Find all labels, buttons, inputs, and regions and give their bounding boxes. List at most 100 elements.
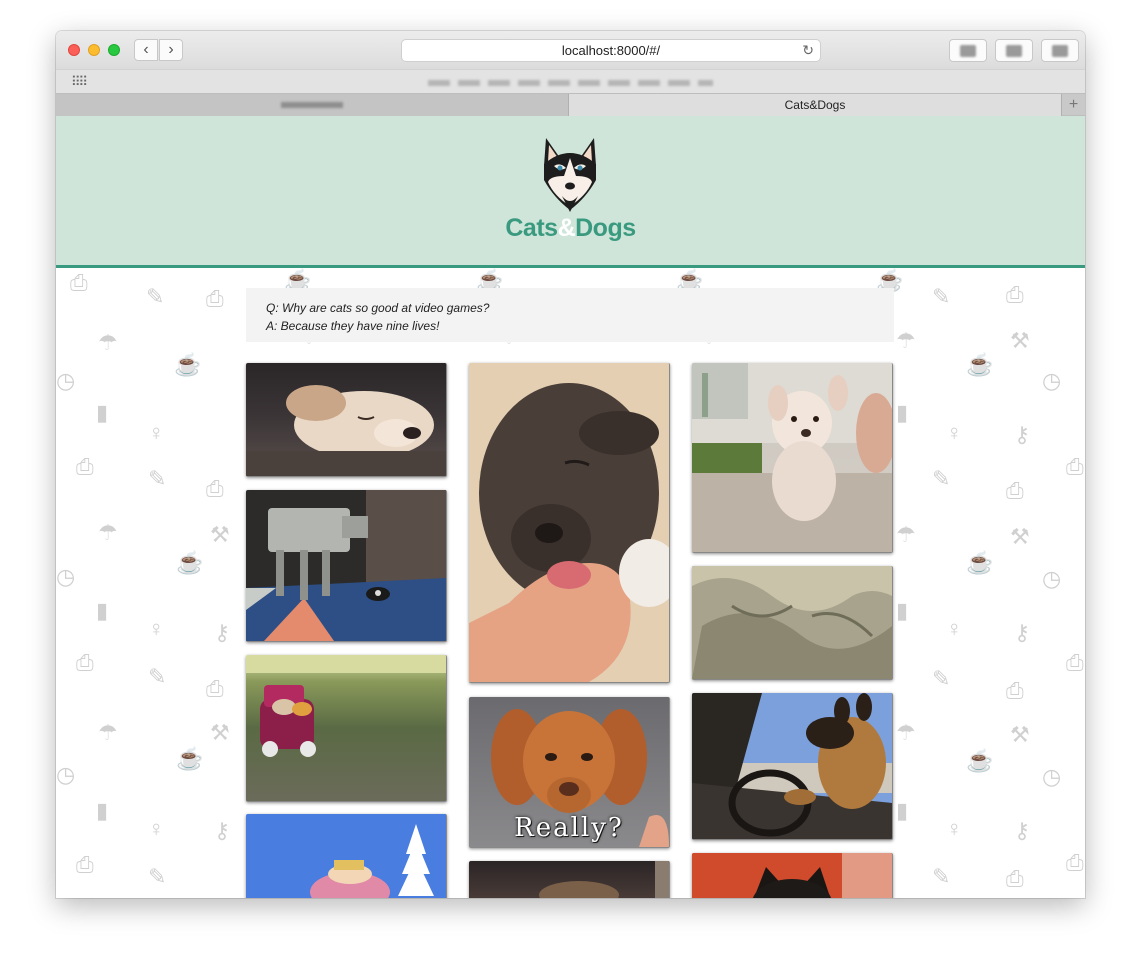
extension-icon xyxy=(1006,44,1022,57)
really-caption: Really? xyxy=(514,813,624,843)
minimize-window-button[interactable] xyxy=(88,44,100,56)
close-window-button[interactable] xyxy=(68,44,80,56)
really-puppy-gif[interactable]: Really? xyxy=(469,697,670,848)
shower-icon: ☂ xyxy=(896,720,916,745)
flying-puppy-image xyxy=(692,363,892,552)
forward-button[interactable]: › xyxy=(159,39,183,61)
shower-icon: ☂ xyxy=(896,328,916,353)
printer-icon: ⎙ xyxy=(1006,866,1024,891)
extension-icon xyxy=(960,44,976,57)
dog-driving-car-gif[interactable] xyxy=(692,693,893,840)
cup-icon: ☕ xyxy=(174,352,202,377)
sleeping-puppy-gif[interactable] xyxy=(246,363,447,477)
joke-answer: A: Because they have nine lives! xyxy=(266,319,440,333)
bulb-icon: ♀ xyxy=(148,816,165,841)
battery-icon: ▮ xyxy=(896,798,909,823)
printer-icon: ⎙ xyxy=(206,676,224,701)
clock-icon: ◷ xyxy=(1042,764,1062,789)
clock-icon: ◷ xyxy=(1042,566,1062,591)
printer-icon: ⎙ xyxy=(70,270,88,295)
blanket-cat-gif[interactable] xyxy=(692,566,893,680)
flying-puppy-gif[interactable] xyxy=(692,363,893,553)
extension-button-2[interactable] xyxy=(995,39,1033,62)
cup-icon: ☕ xyxy=(966,352,994,377)
husky-logo-icon xyxy=(544,138,596,212)
at-at-costume-image xyxy=(246,490,446,641)
battery-icon: ▮ xyxy=(96,400,109,425)
blue-cartoon-gif[interactable] xyxy=(246,814,447,898)
bulb-icon: ♀ xyxy=(946,420,963,445)
paintbrush-icon: ✎ xyxy=(146,284,165,309)
paintbrush-icon: ✎ xyxy=(932,864,951,889)
tools-icon: ⚒ xyxy=(210,720,230,745)
extension-icon xyxy=(1052,44,1068,57)
printer-icon: ⎙ xyxy=(206,476,224,501)
tab-title: Cats&Dogs xyxy=(784,98,846,112)
blanket-image xyxy=(692,566,892,679)
printer-icon: ⎙ xyxy=(76,454,94,479)
brand-cats: Cats xyxy=(505,214,558,242)
extension-button-3[interactable] xyxy=(1041,39,1079,62)
battery-icon: ▮ xyxy=(96,798,109,823)
chevron-left-icon: ‹ xyxy=(143,41,149,58)
battery-icon: ▮ xyxy=(896,400,909,425)
key-icon: ⚷ xyxy=(1014,620,1031,645)
tab-bar: Cats&Dogs + xyxy=(56,93,1085,116)
favorites-bar: ⠿⠿ xyxy=(56,69,1085,94)
printer-icon: ⎙ xyxy=(1066,850,1084,875)
key-icon: ⚷ xyxy=(214,620,231,645)
brand-ampersand: & xyxy=(557,214,576,242)
paintbrush-icon: ✎ xyxy=(148,864,167,889)
shower-icon: ☂ xyxy=(98,520,118,545)
black-cat-image xyxy=(692,853,892,898)
paintbrush-icon: ✎ xyxy=(148,664,167,689)
printer-icon: ⎙ xyxy=(1006,282,1024,307)
browser-window: ‹ › localhost:8000/#/ ↻ ⠿⠿ Cats&Dogs + C… xyxy=(56,31,1085,898)
page-viewport: Cats&Dogs ⎙ ✎ ⎙ ☂ ☕ ◷ ▮ ♀ ⎙ ✎ ⎙ ⚒ ☂ ☕ ◷ … xyxy=(56,116,1085,898)
shower-icon: ☂ xyxy=(896,522,916,547)
cartoon-image xyxy=(310,824,434,898)
printer-icon: ⎙ xyxy=(76,852,94,877)
toy-car-image xyxy=(246,655,446,757)
printer-icon: ⎙ xyxy=(206,286,224,311)
brand-title[interactable]: Cats&Dogs xyxy=(56,214,1085,243)
paintbrush-icon: ✎ xyxy=(148,466,167,491)
extension-button-1[interactable] xyxy=(949,39,987,62)
cup-icon: ☕ xyxy=(176,746,204,771)
dark-animal-image xyxy=(539,861,669,898)
clock-icon: ◷ xyxy=(56,368,76,393)
bulb-icon: ♀ xyxy=(148,420,165,445)
tools-icon: ⚒ xyxy=(210,522,230,547)
new-tab-button[interactable]: + xyxy=(1061,94,1085,116)
clock-icon: ◷ xyxy=(56,762,76,787)
battery-icon: ▮ xyxy=(896,598,909,623)
tools-icon: ⚒ xyxy=(1010,722,1030,747)
tab-blurred[interactable] xyxy=(56,94,569,116)
browser-toolbar: ‹ › localhost:8000/#/ ↻ xyxy=(56,31,1085,69)
printer-icon: ⎙ xyxy=(1066,454,1084,479)
dog-licking-hand-gif[interactable] xyxy=(469,363,670,683)
url-text: localhost:8000/#/ xyxy=(561,43,661,58)
apps-grid-icon[interactable]: ⠿⠿ xyxy=(71,74,88,90)
printer-icon: ⎙ xyxy=(1066,650,1084,675)
paintbrush-icon: ✎ xyxy=(932,666,951,691)
at-at-dog-costume-gif[interactable] xyxy=(246,490,447,642)
zoom-window-button[interactable] xyxy=(108,44,120,56)
tools-icon: ⚒ xyxy=(1010,524,1030,549)
cats-in-toy-car-gif[interactable] xyxy=(246,655,447,802)
printer-icon: ⎙ xyxy=(76,650,94,675)
dog-licking-image xyxy=(469,363,669,682)
blurred-bookmarks xyxy=(428,80,713,86)
bulb-icon: ♀ xyxy=(946,616,963,641)
bulb-icon: ♀ xyxy=(148,616,165,641)
address-bar[interactable]: localhost:8000/#/ ↻ xyxy=(401,39,821,62)
dark-animal-gif[interactable] xyxy=(469,861,670,898)
shower-icon: ☂ xyxy=(98,720,118,745)
bulb-icon: ♀ xyxy=(946,816,963,841)
reload-icon[interactable]: ↻ xyxy=(802,42,814,59)
tab-cats-dogs[interactable]: Cats&Dogs xyxy=(569,94,1061,116)
black-cat-gif[interactable] xyxy=(692,853,893,898)
back-button[interactable]: ‹ xyxy=(134,39,158,61)
printer-icon: ⎙ xyxy=(1006,478,1024,503)
cup-icon: ☕ xyxy=(966,550,994,575)
